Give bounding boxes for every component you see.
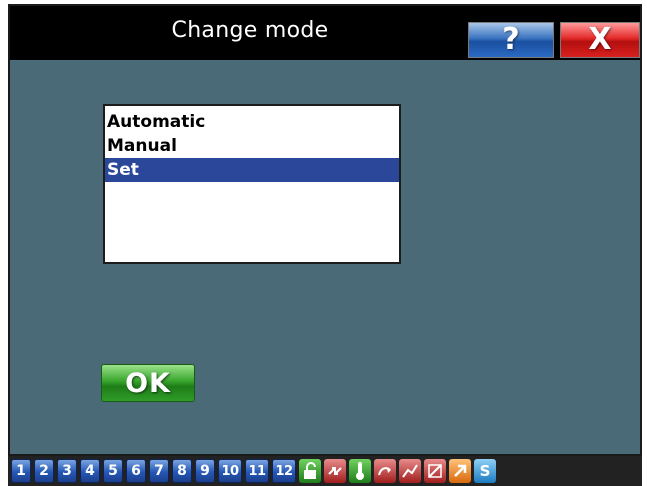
diagonal-arrow-icon[interactable]	[449, 459, 471, 483]
taskbar-key-5[interactable]: 5	[103, 459, 123, 483]
taskbar-key-3[interactable]: 3	[57, 459, 77, 483]
taskbar-key-10[interactable]: 10	[218, 459, 242, 483]
help-button[interactable]: ?	[468, 22, 554, 58]
mode-listbox[interactable]: Automatic Manual Set	[103, 104, 401, 264]
taskbar-key-4[interactable]: 4	[80, 459, 100, 483]
taskbar-key-8[interactable]: 8	[172, 459, 192, 483]
help-icon: ?	[502, 22, 520, 57]
list-item-manual[interactable]: Manual	[105, 134, 399, 158]
list-item-automatic[interactable]: Automatic	[105, 110, 399, 134]
taskbar-key-2[interactable]: 2	[34, 459, 54, 483]
ok-button-label: OK	[125, 367, 171, 399]
taskbar-key-12[interactable]: 12	[272, 459, 296, 483]
list-item-set[interactable]: Set	[105, 158, 399, 182]
taskbar: 1 2 3 4 5 6 7 8 9 10 11 12 S	[8, 456, 642, 486]
taskbar-key-6[interactable]: 6	[126, 459, 146, 483]
taskbar-key-7[interactable]: 7	[149, 459, 169, 483]
dialog-title: Change mode	[171, 18, 329, 43]
ok-button[interactable]: OK	[101, 364, 195, 402]
link-arrow-icon[interactable]	[374, 459, 396, 483]
change-mode-dialog: Change mode ? X Automatic Manual Set OK	[8, 4, 642, 456]
taskbar-key-11[interactable]: 11	[245, 459, 269, 483]
screen: Change mode ? X Automatic Manual Set OK …	[0, 0, 647, 486]
s-icon[interactable]: S	[474, 459, 496, 483]
no-chart-icon[interactable]	[424, 459, 446, 483]
taskbar-key-1[interactable]: 1	[11, 459, 31, 483]
close-icon: X	[588, 22, 612, 57]
close-button[interactable]: X	[560, 22, 640, 58]
unlock-icon[interactable]	[299, 459, 321, 483]
thermometer-icon[interactable]	[349, 459, 371, 483]
taskbar-key-9[interactable]: 9	[195, 459, 215, 483]
title-bar: Change mode ? X	[10, 6, 640, 60]
chart-icon[interactable]	[399, 459, 421, 483]
swap-arrows-icon[interactable]	[324, 459, 346, 483]
